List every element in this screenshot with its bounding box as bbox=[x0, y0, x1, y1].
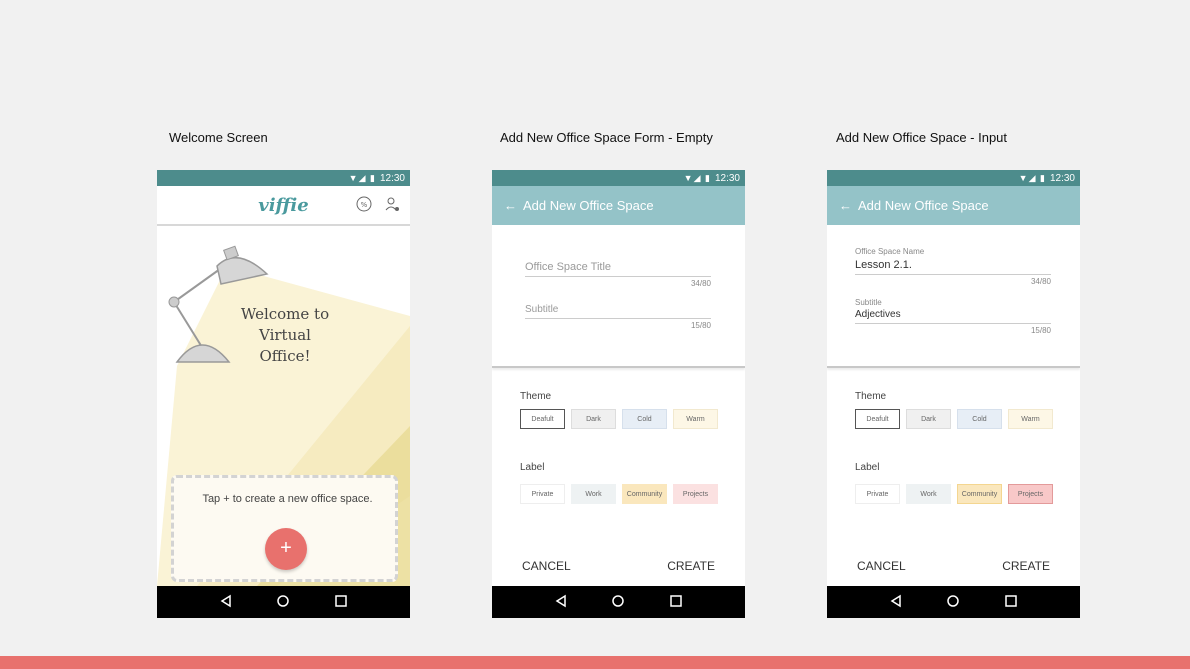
back-icon[interactable] bbox=[219, 594, 233, 611]
theme-chip-warm[interactable]: Warm bbox=[1008, 409, 1053, 429]
recents-icon[interactable] bbox=[334, 594, 348, 611]
label-label: Label bbox=[520, 462, 545, 473]
percent-icon[interactable]: % bbox=[356, 196, 372, 217]
signal-battery-icon: ▼◢ ▮ bbox=[348, 172, 376, 183]
caption-welcome: Welcome Screen bbox=[169, 130, 268, 145]
theme-chip-cold[interactable]: Cold bbox=[957, 409, 1002, 429]
system-nav-bar bbox=[827, 586, 1080, 618]
theme-label: Theme bbox=[855, 391, 887, 402]
label-chip-work[interactable]: Work bbox=[906, 484, 951, 504]
title-placeholder: Office Space Title bbox=[525, 261, 612, 273]
back-icon[interactable] bbox=[554, 594, 568, 611]
subtitle-small-label: Subtitle bbox=[855, 298, 882, 307]
home-icon[interactable] bbox=[276, 594, 290, 611]
theme-chip-dark[interactable]: Dark bbox=[571, 409, 616, 429]
status-bar: ▼◢ ▮ 12:30 bbox=[492, 170, 745, 186]
subtitle-counter: 15/80 bbox=[1030, 326, 1051, 335]
theme-chip-dark[interactable]: Dark bbox=[906, 409, 951, 429]
status-bar: ▼◢ ▮ 12:30 bbox=[827, 170, 1080, 186]
theme-chip-cold[interactable]: Cold bbox=[622, 409, 667, 429]
app-bar: ← Add New Office Space bbox=[827, 186, 1080, 225]
signal-battery-icon: ▼◢ ▮ bbox=[1018, 172, 1046, 183]
welcome-title: Welcome to Virtual Office! bbox=[240, 305, 330, 365]
svg-text:%: % bbox=[361, 201, 368, 209]
back-arrow-icon[interactable]: ← bbox=[839, 198, 852, 213]
label-chip-community[interactable]: Community bbox=[622, 484, 667, 504]
title-small-label: Office Space Name bbox=[855, 247, 925, 256]
form-actions: CANCEL CREATE bbox=[857, 559, 1050, 573]
label-chip-work[interactable]: Work bbox=[571, 484, 616, 504]
recents-icon[interactable] bbox=[1004, 594, 1018, 611]
phone-form-empty: ▼◢ ▮ 12:30 ← Add New Office Space Office… bbox=[492, 170, 745, 618]
label-chip-community[interactable]: Community bbox=[957, 484, 1002, 504]
signal-battery-icon: ▼◢ ▮ bbox=[683, 172, 711, 183]
status-time: 12:30 bbox=[1049, 172, 1075, 184]
appbar-title: Add New Office Space bbox=[858, 198, 989, 213]
app-header: viffie % bbox=[157, 186, 410, 226]
title-counter: 34/80 bbox=[1030, 277, 1051, 286]
form-actions: CANCEL CREATE bbox=[522, 559, 715, 573]
phone-form-input: ▼◢ ▮ 12:30 ← Add New Office Space Office… bbox=[827, 170, 1080, 618]
label-chips: Private Work Community Projects bbox=[520, 484, 718, 504]
system-nav-bar bbox=[157, 586, 410, 618]
tap-instruction: Tap + to create a new office space. bbox=[202, 493, 373, 505]
create-office-dropzone: Tap + to create a new office space. + bbox=[171, 475, 398, 582]
create-button[interactable]: CREATE bbox=[1002, 559, 1050, 573]
subtitle-counter: 15/80 bbox=[690, 321, 711, 330]
status-bar: ▼◢ ▮ 12:30 bbox=[157, 170, 410, 186]
back-icon[interactable] bbox=[889, 594, 903, 611]
label-chip-projects[interactable]: Projects bbox=[1008, 484, 1053, 504]
profile-settings-icon[interactable] bbox=[384, 196, 400, 217]
create-button[interactable]: CREATE bbox=[667, 559, 715, 573]
phone-welcome: ▼◢ ▮ 12:30 viffie % Welcome to Virtual O… bbox=[157, 170, 410, 618]
status-time: 12:30 bbox=[714, 172, 740, 184]
label-chip-private[interactable]: Private bbox=[520, 484, 565, 504]
theme-chips: Deafult Dark Cold Warm bbox=[855, 409, 1053, 429]
home-icon[interactable] bbox=[946, 594, 960, 611]
theme-chip-default[interactable]: Deafult bbox=[855, 409, 900, 429]
back-arrow-icon[interactable]: ← bbox=[504, 198, 517, 213]
subtitle-field[interactable]: Subtitle Adjectives 15/80 bbox=[855, 298, 1051, 335]
cancel-button[interactable]: CANCEL bbox=[522, 559, 571, 573]
title-value: Lesson 2.1. bbox=[855, 259, 912, 271]
recents-icon[interactable] bbox=[669, 594, 683, 611]
add-office-button[interactable]: + bbox=[265, 528, 307, 570]
appbar-title: Add New Office Space bbox=[523, 198, 654, 213]
subtitle-value: Adjectives bbox=[855, 309, 901, 320]
app-logo: viffie bbox=[258, 194, 309, 216]
app-bar: ← Add New Office Space bbox=[492, 186, 745, 225]
title-field[interactable]: Office Space Title 34/80 bbox=[525, 261, 711, 288]
theme-chip-warm[interactable]: Warm bbox=[673, 409, 718, 429]
status-time: 12:30 bbox=[379, 172, 405, 184]
home-icon[interactable] bbox=[611, 594, 625, 611]
bottom-accent-bar bbox=[0, 656, 1190, 669]
label-chips: Private Work Community Projects bbox=[855, 484, 1053, 504]
caption-form-empty: Add New Office Space Form - Empty bbox=[500, 130, 713, 145]
title-counter: 34/80 bbox=[690, 279, 711, 288]
system-nav-bar bbox=[492, 586, 745, 618]
label-chip-private[interactable]: Private bbox=[855, 484, 900, 504]
label-chip-projects[interactable]: Projects bbox=[673, 484, 718, 504]
cancel-button[interactable]: CANCEL bbox=[857, 559, 906, 573]
form-fields-section: Office Space Title 34/80 Subtitle 15/80 bbox=[492, 225, 745, 368]
theme-label: Theme bbox=[520, 391, 552, 402]
caption-form-input: Add New Office Space - Input bbox=[836, 130, 1008, 145]
form-fields-section: Office Space Name Lesson 2.1. 34/80 Subt… bbox=[827, 225, 1080, 368]
title-field[interactable]: Office Space Name Lesson 2.1. 34/80 bbox=[855, 247, 1051, 286]
theme-chips: Deafult Dark Cold Warm bbox=[520, 409, 718, 429]
label-label: Label bbox=[855, 462, 880, 473]
subtitle-placeholder: Subtitle bbox=[525, 304, 559, 315]
theme-chip-default[interactable]: Deafult bbox=[520, 409, 565, 429]
subtitle-field[interactable]: Subtitle 15/80 bbox=[525, 304, 711, 330]
